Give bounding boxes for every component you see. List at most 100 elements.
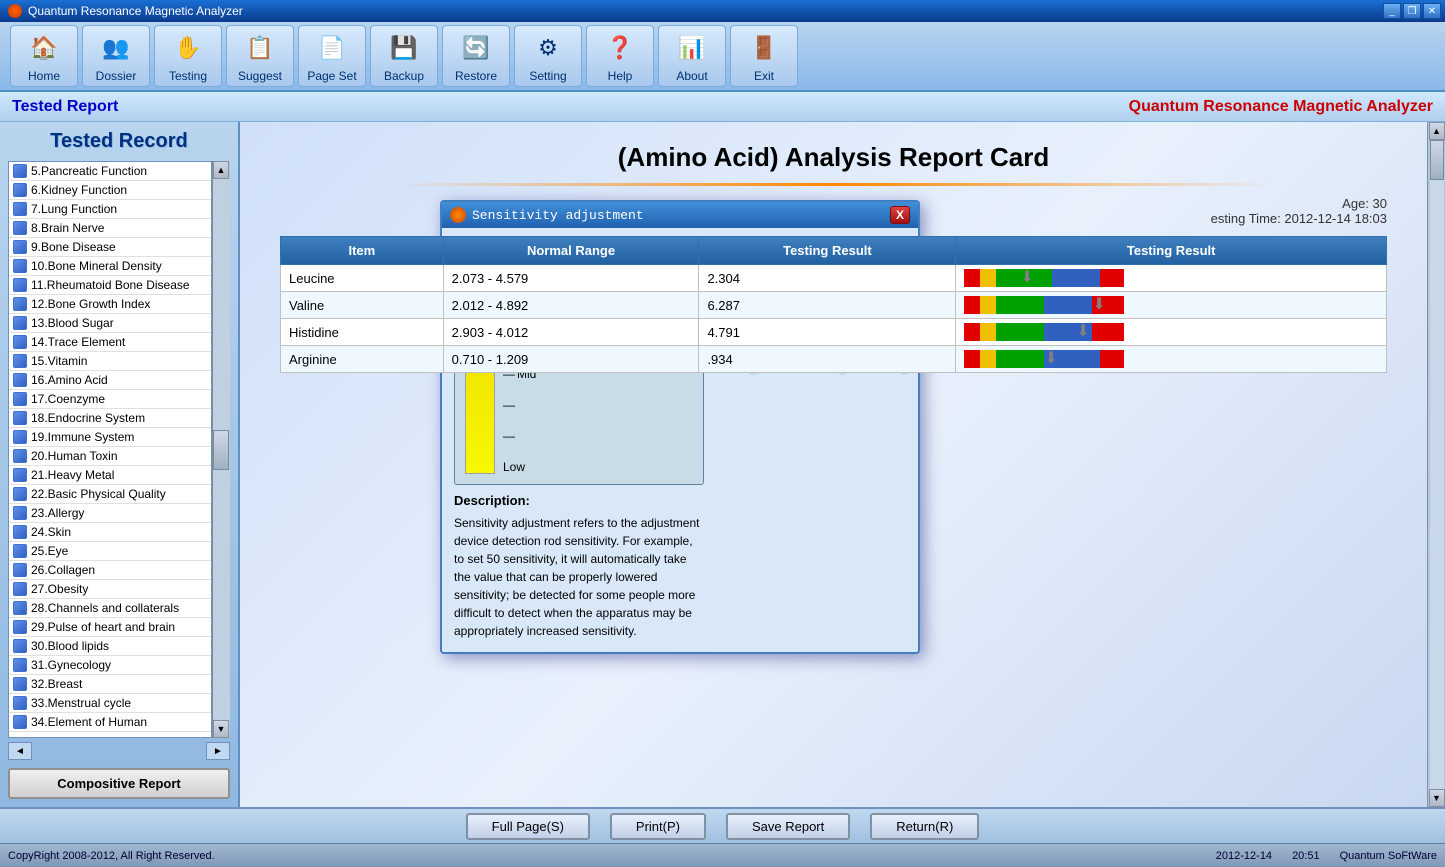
scroll-left-btn[interactable]: ◄ bbox=[8, 742, 32, 760]
sidebar-item-17[interactable]: 22.Basic Physical Quality bbox=[9, 485, 211, 504]
save-report-button[interactable]: Save Report bbox=[726, 813, 850, 840]
sidebar-item-7[interactable]: 12.Bone Growth Index bbox=[9, 295, 211, 314]
sidebar-item-20[interactable]: 25.Eye bbox=[9, 542, 211, 561]
toolbar-icon-2: ✋ bbox=[170, 30, 206, 66]
item-icon-15 bbox=[13, 449, 27, 463]
sidebar-item-0[interactable]: 5.Pancreatic Function bbox=[9, 162, 211, 181]
right-scrollbar[interactable]: ▲ ▼ bbox=[1427, 122, 1445, 807]
toolbar-btn-suggest[interactable]: 📋Suggest bbox=[226, 25, 294, 87]
bar-blue-0 bbox=[1052, 269, 1100, 287]
bar-arrow-2: ⬇ bbox=[1076, 321, 1089, 341]
scroll-down-btn[interactable]: ▼ bbox=[1429, 789, 1445, 807]
sidebar-item-22[interactable]: 27.Obesity bbox=[9, 580, 211, 599]
toolbar-btn-home[interactable]: 🏠Home bbox=[10, 25, 78, 87]
scroll-right-btn[interactable]: ► bbox=[206, 742, 230, 760]
sidebar-scroll-up[interactable]: ▲ bbox=[213, 161, 229, 179]
toolbar-label-8: Help bbox=[608, 69, 633, 83]
toolbar-btn-exit[interactable]: 🚪Exit bbox=[730, 25, 798, 87]
sidebar-item-23[interactable]: 28.Channels and collaterals bbox=[9, 599, 211, 618]
sidebar-scrollbar-thumb[interactable] bbox=[213, 430, 229, 470]
toolbar-btn-about[interactable]: 📊About bbox=[658, 25, 726, 87]
bar-red-left-3 bbox=[964, 350, 980, 368]
cell-bar-3: ⬇ bbox=[956, 346, 1387, 373]
cell-item-0: Leucine bbox=[281, 265, 444, 292]
bar-arrow-0: ⬇ bbox=[1020, 267, 1033, 287]
title-bar: Quantum Resonance Magnetic Analyzer _ ❐ … bbox=[0, 0, 1445, 22]
sidebar-title: Tested Record bbox=[8, 130, 230, 153]
result-bar-0: ⬇ bbox=[964, 269, 1124, 287]
toolbar-btn-setting[interactable]: ⚙ Setting bbox=[514, 25, 582, 87]
sidebar-item-29[interactable]: 34.Element of Human bbox=[9, 713, 211, 732]
sidebar-item-13[interactable]: 18.Endocrine System bbox=[9, 409, 211, 428]
sidebar-list[interactable]: 5.Pancreatic Function6.Kidney Function7.… bbox=[8, 161, 212, 738]
item-icon-21 bbox=[13, 563, 27, 577]
result-bar-2: ⬇ bbox=[964, 323, 1124, 341]
item-icon-6 bbox=[13, 278, 27, 292]
sidebar-item-5[interactable]: 10.Bone Mineral Density bbox=[9, 257, 211, 276]
toolbar-btn-page-set[interactable]: 📄Page Set bbox=[298, 25, 366, 87]
restore-button[interactable]: ❐ bbox=[1403, 3, 1421, 19]
sidebar-item-3[interactable]: 8.Brain Nerve bbox=[9, 219, 211, 238]
sidebar-item-2[interactable]: 7.Lung Function bbox=[9, 200, 211, 219]
sidebar-item-1[interactable]: 6.Kidney Function bbox=[9, 181, 211, 200]
sidebar-item-8[interactable]: 13.Blood Sugar bbox=[9, 314, 211, 333]
modal-close-button[interactable]: X bbox=[890, 206, 910, 224]
toolbar-btn-help[interactable]: ❓Help bbox=[586, 25, 654, 87]
return-button[interactable]: Return(R) bbox=[870, 813, 979, 840]
full-page-button[interactable]: Full Page(S) bbox=[466, 813, 590, 840]
sidebar-item-9[interactable]: 14.Trace Element bbox=[9, 333, 211, 352]
sidebar-item-11[interactable]: 16.Amino Acid bbox=[9, 371, 211, 390]
sidebar-item-27[interactable]: 32.Breast bbox=[9, 675, 211, 694]
minimize-button[interactable]: _ bbox=[1383, 3, 1401, 19]
desc-title: Description: bbox=[454, 493, 704, 508]
sidebar-item-26[interactable]: 31.Gynecology bbox=[9, 656, 211, 675]
toolbar-label-1: Dossier bbox=[96, 69, 137, 83]
item-icon-5 bbox=[13, 259, 27, 273]
bar-red-right-2 bbox=[1092, 323, 1124, 341]
toolbar-label-7: Setting bbox=[529, 69, 566, 83]
cell-range-3: 0.710 - 1.209 bbox=[443, 346, 699, 373]
cell-bar-1: ⬇ bbox=[956, 292, 1387, 319]
result-bar-3: ⬇ bbox=[964, 350, 1124, 368]
toolbar-label-10: Exit bbox=[754, 69, 774, 83]
item-icon-10 bbox=[13, 354, 27, 368]
toolbar-btn-testing[interactable]: ✋Testing bbox=[154, 25, 222, 87]
scroll-track bbox=[1430, 140, 1444, 789]
toolbar-icon-7: ⚙ bbox=[530, 30, 566, 66]
item-icon-25 bbox=[13, 639, 27, 653]
sidebar-item-10[interactable]: 15.Vitamin bbox=[9, 352, 211, 371]
bar-yellow-2 bbox=[980, 323, 996, 341]
item-icon-14 bbox=[13, 430, 27, 444]
sidebar-item-21[interactable]: 26.Collagen bbox=[9, 561, 211, 580]
sidebar-item-25[interactable]: 30.Blood lipids bbox=[9, 637, 211, 656]
sidebar-item-6[interactable]: 11.Rheumatoid Bone Disease bbox=[9, 276, 211, 295]
compositive-report-button[interactable]: Compositive Report bbox=[8, 768, 230, 799]
toolbar-btn-restore[interactable]: 🔄Restore bbox=[442, 25, 510, 87]
modal-title: Sensitivity adjustment bbox=[472, 208, 644, 223]
status-right: 2012-12-14 20:51 Quantum SoFtWare bbox=[1216, 850, 1437, 862]
sidebar-item-14[interactable]: 19.Immune System bbox=[9, 428, 211, 447]
sidebar-item-15[interactable]: 20.Human Toxin bbox=[9, 447, 211, 466]
table-row-3: Arginine 0.710 - 1.209 .934 ⬇ bbox=[281, 346, 1387, 373]
sidebar-item-18[interactable]: 23.Allergy bbox=[9, 504, 211, 523]
scroll-thumb[interactable] bbox=[1430, 140, 1444, 180]
col-bar: Testing Result bbox=[956, 237, 1387, 265]
sidebar-item-19[interactable]: 24.Skin bbox=[9, 523, 211, 542]
sidebar-item-16[interactable]: 21.Heavy Metal bbox=[9, 466, 211, 485]
toolbar-btn-backup[interactable]: 💾Backup bbox=[370, 25, 438, 87]
print-button[interactable]: Print(P) bbox=[610, 813, 706, 840]
cell-value-3: .934 bbox=[699, 346, 956, 373]
toolbar-btn-dossier[interactable]: 👥Dossier bbox=[82, 25, 150, 87]
sidebar-item-12[interactable]: 17.Coenzyme bbox=[9, 390, 211, 409]
sidebar-scroll-down[interactable]: ▼ bbox=[213, 720, 229, 738]
sidebar-item-24[interactable]: 29.Pulse of heart and brain bbox=[9, 618, 211, 637]
scroll-up-btn[interactable]: ▲ bbox=[1429, 122, 1445, 140]
report-title: (Amino Acid) Analysis Report Card bbox=[280, 142, 1387, 173]
close-button[interactable]: ✕ bbox=[1423, 3, 1441, 19]
sidebar: Tested Record 5.Pancreatic Function6.Kid… bbox=[0, 122, 240, 807]
gauge-dash-3: — bbox=[503, 398, 536, 412]
tested-report-label: Tested Report bbox=[12, 98, 118, 116]
cell-value-0: 2.304 bbox=[699, 265, 956, 292]
sidebar-item-28[interactable]: 33.Menstrual cycle bbox=[9, 694, 211, 713]
sidebar-item-4[interactable]: 9.Bone Disease bbox=[9, 238, 211, 257]
